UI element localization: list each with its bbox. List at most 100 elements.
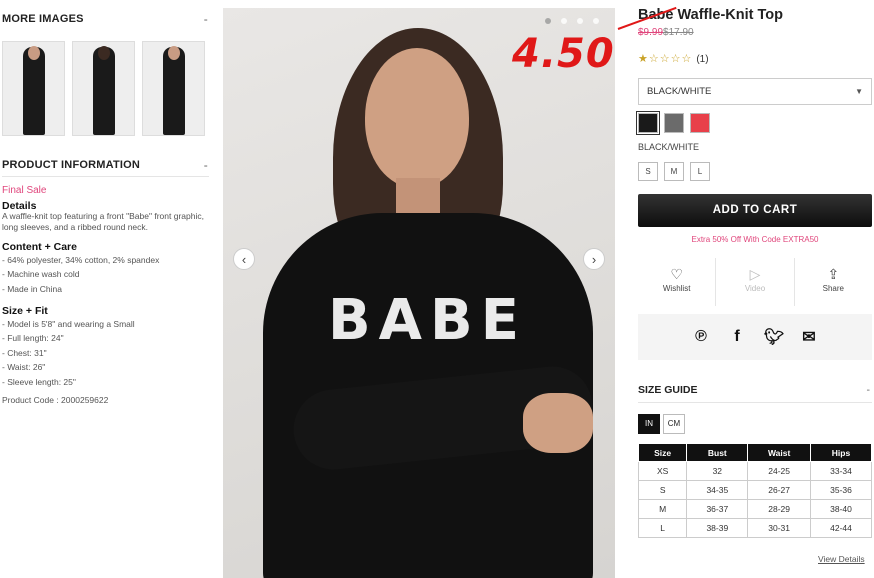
table-cell: 34-35 <box>686 480 749 500</box>
thumbnail-3[interactable] <box>142 41 205 136</box>
content-item: - Machine wash cold <box>2 269 80 279</box>
table-cell: S <box>637 480 688 500</box>
chevron-down-icon: ▼ <box>855 87 863 96</box>
thumbnail-2[interactable] <box>72 41 135 136</box>
more-images-heading: MORE IMAGES <box>2 13 84 25</box>
collapse-icon[interactable]: - <box>204 12 208 26</box>
collapse-icon[interactable]: - <box>867 384 871 396</box>
column-header: Hips <box>809 443 873 462</box>
swatch-black[interactable] <box>636 111 660 135</box>
previous-image-button[interactable]: ‹ <box>233 248 255 270</box>
graphic-text: BABE <box>328 288 527 353</box>
sale-price: $9.99 <box>638 27 664 38</box>
thumbnail-strip <box>2 41 205 136</box>
size-item: - Model is 5'8" and wearing a Small <box>2 318 135 329</box>
size-fit-heading: Size + Fit <box>2 305 48 317</box>
model-figure <box>22 47 45 135</box>
product-information-body: Final Sale Details A waffle-knit top fea… <box>2 185 207 406</box>
table-cell: M <box>637 499 688 519</box>
product-information-heading: PRODUCT INFORMATION <box>2 159 141 171</box>
content-item: - 64% polyester, 34% cotton, 2% spandex <box>2 254 160 265</box>
size-item: - Sleeve length: 25" <box>2 376 76 387</box>
color-swatches <box>636 111 710 135</box>
table-cell: 42-44 <box>809 518 873 538</box>
video-label: Video <box>744 284 766 293</box>
table-row: L 38-39 30-31 42-44 <box>637 518 873 538</box>
swatch-grey[interactable] <box>664 113 684 133</box>
details-heading: Details <box>2 199 37 212</box>
size-guide-header[interactable]: SIZE GUIDE - <box>638 384 874 396</box>
table-cell: 30-31 <box>747 518 811 538</box>
carousel-dot[interactable] <box>593 18 599 24</box>
table-cell: 28-29 <box>747 499 811 519</box>
table-cell: 38-39 <box>686 518 749 538</box>
color-select-value: BLACK/WHITE <box>647 86 712 97</box>
carousel-dot[interactable] <box>545 18 551 24</box>
original-price: $17.90 <box>663 27 694 38</box>
unit-cm-button[interactable]: CM <box>663 414 685 434</box>
size-guide-heading: SIZE GUIDE <box>638 384 698 396</box>
model-head <box>167 46 180 60</box>
table-cell: 26-27 <box>747 480 811 500</box>
size-selector: S M L <box>638 162 710 181</box>
table-cell: 38-40 <box>809 499 873 519</box>
color-label: BLACK/WHITE <box>638 142 700 152</box>
review-count: (1) <box>696 54 709 65</box>
carousel-dot[interactable] <box>561 18 567 24</box>
size-button-s[interactable]: S <box>638 162 658 181</box>
size-item: - Full length: 24" <box>2 333 64 343</box>
model-figure <box>92 47 115 135</box>
share-icon: ⇪ <box>827 266 840 282</box>
heart-icon: ♡ <box>670 266 683 282</box>
more-images-header[interactable]: MORE IMAGES - <box>0 12 212 26</box>
share-button[interactable]: ⇪ Share <box>795 258 872 306</box>
action-bar: ♡ Wishlist ▷ Video ⇪ Share <box>638 258 872 306</box>
table-row: M 36-37 28-29 38-40 <box>637 499 873 519</box>
rating[interactable]: ★☆☆☆☆ (1) <box>638 52 709 65</box>
facebook-icon[interactable]: f <box>728 328 746 346</box>
model-face <box>365 48 469 188</box>
video-button[interactable]: ▷ Video <box>716 258 795 306</box>
unit-in-button[interactable]: IN <box>638 414 660 434</box>
model-hand <box>523 393 593 453</box>
table-cell: XS <box>637 461 688 481</box>
size-button-m[interactable]: M <box>664 162 684 181</box>
size-guide-table: Size Bust Waist Hips XS 32 24-25 33-34 S… <box>637 443 873 538</box>
thumbnail-1[interactable] <box>2 41 65 136</box>
model-figure <box>162 47 185 135</box>
table-cell: 33-34 <box>809 461 873 481</box>
details-text: A waffle-knit top featuring a front "Bab… <box>2 211 204 232</box>
price: $9.99$17.90 <box>638 27 694 38</box>
table-cell: 35-36 <box>809 480 873 500</box>
swatch-red[interactable] <box>690 113 710 133</box>
next-image-button[interactable]: › <box>583 248 605 270</box>
product-code: Product Code : 2000259622 <box>2 395 109 405</box>
table-cell: 24-25 <box>747 461 811 481</box>
model-head <box>27 46 40 60</box>
table-row: XS 32 24-25 33-34 <box>637 461 873 481</box>
collapse-icon[interactable]: - <box>204 158 208 172</box>
size-button-l[interactable]: L <box>690 162 710 181</box>
carousel-dot[interactable] <box>577 18 583 24</box>
view-details-link[interactable]: View Details <box>818 554 865 564</box>
size-item: - Chest: 31" <box>2 347 47 358</box>
content-care-heading: Content + Care <box>2 241 77 253</box>
share-label: Share <box>822 284 844 293</box>
divider <box>638 402 872 403</box>
email-icon[interactable]: ✉ <box>800 327 818 347</box>
promo-text: Extra 50% Off With Code EXTRA50 <box>691 235 819 244</box>
model-head <box>97 46 110 60</box>
play-icon: ▷ <box>749 266 761 282</box>
main-product-image[interactable]: BABE ‹ › <box>223 8 615 578</box>
product-title: Babe Waffle-Knit Top <box>638 7 783 23</box>
pinterest-icon[interactable]: ℗ <box>692 328 710 346</box>
add-to-cart-button[interactable]: ADD TO CART <box>638 194 872 227</box>
product-information-header[interactable]: PRODUCT INFORMATION - <box>0 158 212 172</box>
carousel-dots <box>545 18 599 24</box>
star-icon: ★☆☆☆☆ <box>638 53 693 65</box>
twitter-icon[interactable]: 🐦︎ <box>764 327 784 347</box>
wishlist-button[interactable]: ♡ Wishlist <box>638 258 717 306</box>
table-row: S 34-35 26-27 35-36 <box>637 480 873 500</box>
table-cell: L <box>637 518 688 538</box>
color-select[interactable]: BLACK/WHITE ▼ <box>638 78 872 105</box>
